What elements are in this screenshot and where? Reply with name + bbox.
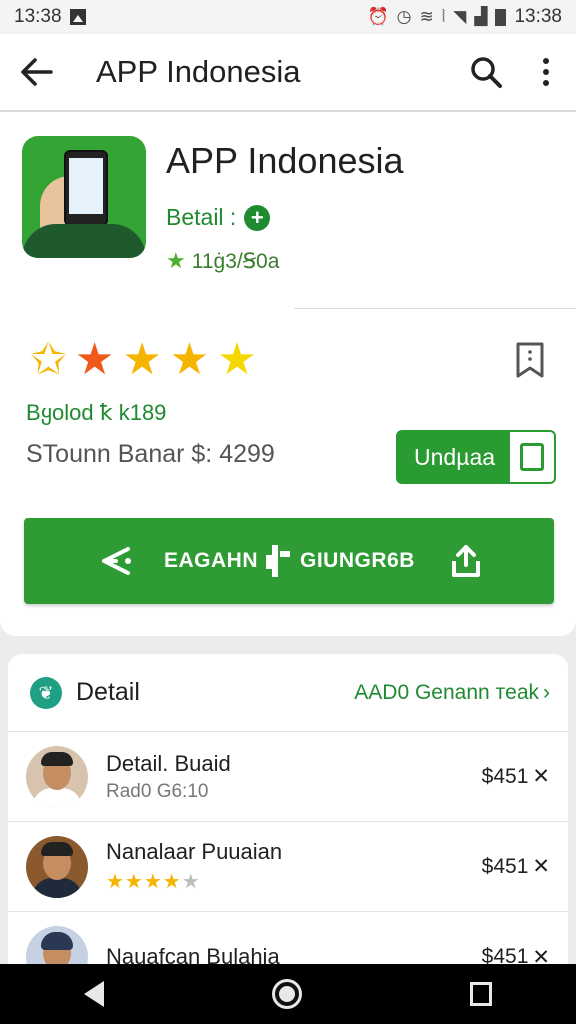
- app-bar: APP Indonesia: [0, 34, 576, 110]
- close-icon[interactable]: ✕: [532, 764, 550, 789]
- nav-back-icon[interactable]: [84, 981, 104, 1007]
- wifi-icon: ◥: [453, 7, 467, 26]
- app-logo: [22, 136, 146, 258]
- detail-line[interactable]: Betail : +: [166, 204, 271, 231]
- app-logo-phone: [64, 150, 108, 226]
- plus-icon[interactable]: +: [244, 204, 271, 231]
- status-right: ⏰ ◷ ≋ ⦚ ◥ ▟ 13:38: [367, 6, 562, 28]
- chevron-right-icon: ›: [543, 680, 550, 704]
- primary-action-button[interactable]: EAGAHN GIUNGR6B: [24, 518, 554, 604]
- avatar: [26, 745, 88, 808]
- star-half-icon[interactable]: ★: [217, 336, 256, 384]
- list-item-price-value: $451: [481, 854, 529, 878]
- avatar: [26, 835, 88, 898]
- close-icon[interactable]: ✕: [532, 854, 550, 879]
- detail-section: ❦ Detail AAD0 Genann тeak › Detail. Buai…: [8, 654, 568, 988]
- star-outline-icon[interactable]: ✩: [30, 336, 67, 384]
- list-item-price-value: $451: [481, 764, 529, 788]
- list-item-text: Detail. Buaid Rad0 G6:10: [106, 751, 482, 803]
- detail-link-text: AAD0 Genann тeak: [354, 680, 539, 704]
- divider: [294, 308, 576, 309]
- primary-action-label-left: EAGAHN: [164, 549, 259, 572]
- rating-stars[interactable]: ✩ ★ ★ ★ ★: [30, 336, 257, 384]
- more-options-icon[interactable]: [516, 34, 576, 110]
- status-time-right: 13:38: [514, 6, 562, 27]
- status-bar: 13:38 ⏰ ◷ ≋ ⦚ ◥ ▟ 13:38: [0, 0, 576, 34]
- vibrate-icon: ⦚: [441, 7, 446, 26]
- star-icon: ★: [166, 248, 186, 273]
- alarm-icon: ⏰: [367, 7, 389, 26]
- downloads-text: Bყolod ꝁ k189: [26, 400, 167, 425]
- list-item-price: $451 ✕: [482, 764, 550, 789]
- detail-header: ❦ Detail AAD0 Genann тeak ›: [8, 654, 568, 732]
- signal-icon: ▟: [474, 7, 488, 26]
- list-item-name: Detail. Buaid: [106, 750, 231, 776]
- install-button[interactable]: Undµaa: [396, 430, 556, 484]
- share-icon[interactable]: [448, 543, 484, 579]
- list-item[interactable]: Detail. Buaid Rad0 G6:10 $451 ✕: [8, 732, 568, 822]
- star-filled-icon[interactable]: ★: [75, 336, 114, 384]
- rating-star-empty: ★: [181, 871, 201, 893]
- price-text: STounn Banar $: 4299: [26, 440, 275, 468]
- app-bar-title: APP Indonesia: [96, 54, 301, 89]
- meta-line: ★ 11ġ3/Ꞩ0a: [166, 248, 279, 274]
- timer-icon: ◷: [396, 7, 412, 26]
- split-icon: [266, 545, 291, 577]
- search-icon[interactable]: [456, 34, 516, 110]
- star-filled-icon[interactable]: ★: [122, 336, 161, 384]
- list-item[interactable]: Nanalaar Puuaian ★★★★★ $451 ✕: [8, 822, 568, 912]
- detail-link[interactable]: AAD0 Genann тeak ›: [354, 681, 550, 705]
- app-logo-sleeve: [22, 224, 146, 258]
- primary-action-label-right: GIUNGR6B: [300, 549, 415, 572]
- gallery-notification-icon: [69, 9, 86, 25]
- list-item-price: $451 ✕: [482, 854, 550, 879]
- list-item-text: Nanalaar Puuaian ★★★★★: [106, 839, 482, 894]
- status-time-left: 13:38: [14, 6, 62, 27]
- app-name: APP Indonesia: [166, 140, 404, 181]
- meta-text: 11ġ3/Ꞩ0a: [191, 249, 280, 273]
- rating-stars-filled: ★★★★: [106, 871, 182, 893]
- system-nav-bar: [0, 964, 576, 1024]
- detail-label: Betail :: [166, 204, 237, 230]
- detail-title: Detail: [76, 678, 140, 706]
- battery-icon: [495, 8, 507, 26]
- hotspot-icon: ≋: [419, 7, 434, 26]
- send-icon: [102, 547, 131, 575]
- nav-home-icon[interactable]: [272, 979, 302, 1009]
- status-left: 13:38: [14, 6, 86, 28]
- app-header-card: APP Indonesia Betail : + ★ 11ġ3/Ꞩ0a ✩ ★ …: [0, 112, 576, 636]
- install-button-label: Undµaa: [414, 443, 496, 470]
- checkbox-icon[interactable]: [510, 432, 554, 482]
- back-arrow-icon[interactable]: [0, 34, 72, 110]
- leaf-icon: ❦: [30, 676, 62, 709]
- bookmark-icon[interactable]: [514, 340, 550, 380]
- star-filled-icon[interactable]: ★: [170, 336, 209, 384]
- nav-recents-icon[interactable]: [470, 982, 492, 1006]
- list-item-name: Nanalaar Puuaian: [106, 839, 283, 864]
- list-item-stars: ★★★★★: [106, 869, 482, 894]
- list-item-subtitle: Rad0 G6:10: [106, 780, 209, 802]
